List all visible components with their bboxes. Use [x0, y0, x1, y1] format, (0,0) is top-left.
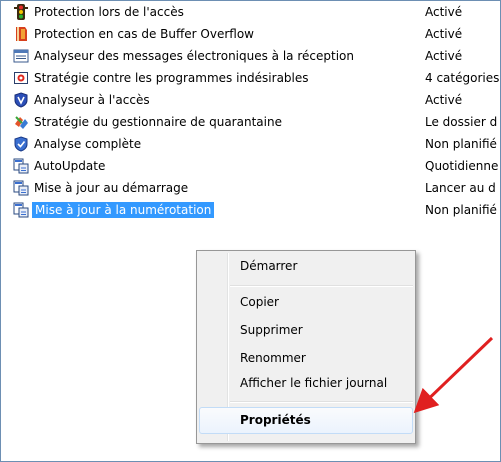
annotation-arrow: [413, 336, 494, 414]
red-arrow-line: [413, 336, 494, 414]
